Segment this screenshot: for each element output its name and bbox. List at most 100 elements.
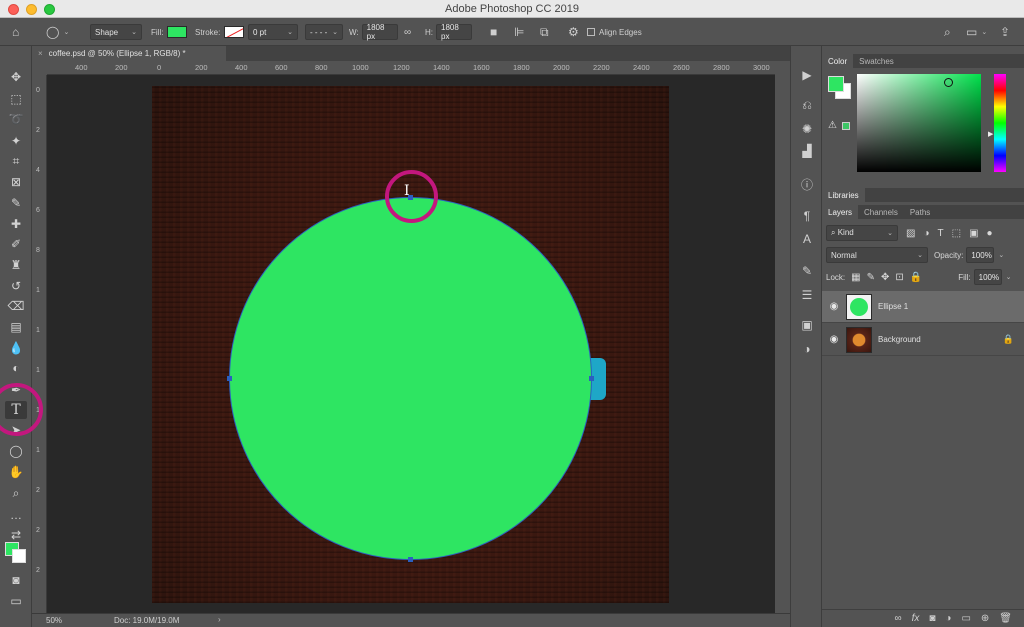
fx-icon[interactable]: fx	[912, 613, 920, 624]
trash-icon[interactable]: 🗑	[999, 613, 1012, 624]
lock-position-icon[interactable]: ✥	[881, 272, 889, 283]
opacity-field[interactable]: 100%	[966, 247, 995, 263]
layer-filter-select[interactable]: ⌕ Kind ⌄	[826, 225, 898, 241]
tab-paths[interactable]: Paths	[904, 205, 936, 219]
color-picker-field[interactable]	[857, 74, 981, 172]
share-icon[interactable]: ⇪	[1000, 23, 1010, 41]
eraser-tool-icon[interactable]: ⌫	[5, 297, 27, 315]
filter-toggle-icon[interactable]: ●	[987, 228, 993, 239]
tab-swatches[interactable]: Swatches	[853, 54, 900, 68]
blend-mode-select[interactable]: Normal ⌄	[826, 247, 928, 263]
move-tool-icon[interactable]: ✥	[5, 68, 27, 86]
ellipse-shape[interactable]	[229, 197, 592, 560]
history-icon[interactable]: ⎌	[797, 96, 817, 114]
filter-type-icon[interactable]: T	[938, 228, 944, 239]
link-layers-icon[interactable]: ∞	[894, 613, 901, 624]
frame-tool-icon[interactable]: ⊠	[5, 173, 27, 191]
eyedropper-tool-icon[interactable]: ✎	[5, 194, 27, 212]
opacity-dropdown-icon[interactable]: ⌄	[998, 251, 1004, 259]
adjustment-layer-icon[interactable]: ◑	[945, 613, 951, 624]
background-color-swatch[interactable]	[12, 549, 26, 563]
quick-mask-icon[interactable]: ◙	[5, 571, 27, 589]
document-tab[interactable]: × coffee.psd @ 50% (Ellipse 1, RGB/8) *	[32, 46, 226, 61]
zoom-level[interactable]: 50%	[46, 616, 62, 625]
path-operations-icon[interactable]: ■	[490, 23, 497, 41]
play-action-icon[interactable]: ▶	[797, 66, 817, 84]
paragraph-icon[interactable]: ¶	[797, 207, 817, 225]
magic-wand-tool-icon[interactable]: ✦	[5, 132, 27, 150]
lock-paint-icon[interactable]: ✎	[867, 272, 875, 283]
align-edges-checkbox[interactable]	[587, 28, 595, 36]
stroke-type-select[interactable]: - - - - ⌄	[305, 24, 343, 40]
character-icon[interactable]: A	[797, 230, 817, 248]
hue-slider-arrow-icon[interactable]: ▶	[988, 130, 993, 138]
path-alignment-icon[interactable]: ⊫	[514, 23, 524, 41]
add-mask-icon[interactable]: ◙	[929, 613, 935, 624]
screen-mode-icon[interactable]: ▭	[5, 592, 27, 610]
lock-all-icon[interactable]: 🔒	[910, 272, 922, 283]
blur-tool-icon[interactable]: 💧	[5, 339, 27, 357]
tab-channels[interactable]: Channels	[858, 205, 904, 219]
path-anchor-bottom[interactable]	[408, 557, 413, 562]
color-picker-marker[interactable]	[944, 78, 953, 87]
stroke-color-swatch[interactable]	[224, 26, 245, 38]
filter-shape-icon[interactable]: ⬚	[952, 228, 961, 239]
opacity-label: Opacity:	[934, 250, 964, 260]
width-field[interactable]: 1808 px	[361, 23, 398, 41]
healing-brush-tool-icon[interactable]: ✚	[5, 215, 27, 233]
styles-icon[interactable]: ◑	[797, 340, 817, 358]
workspace-icon[interactable]: ▭ ⌄	[966, 23, 987, 41]
search-icon[interactable]: ⌕	[944, 23, 951, 41]
hand-tool-icon[interactable]: ✋	[5, 463, 27, 481]
tool-preset-picker[interactable]: ◯ ⌄	[46, 23, 69, 41]
filter-pixel-icon[interactable]: ▨	[906, 228, 915, 239]
stamp-tool-icon[interactable]: ♜	[5, 256, 27, 274]
crop-tool-icon[interactable]: ⌗	[5, 152, 27, 170]
fill-dropdown-icon[interactable]: ⌄	[1006, 273, 1012, 281]
close-tab-icon[interactable]: ×	[38, 49, 43, 58]
marquee-tool-icon[interactable]: ⬚	[5, 90, 27, 108]
fill-field[interactable]: 100%	[973, 269, 1002, 285]
brush-settings-icon[interactable]: ✎	[797, 262, 817, 280]
histogram-icon[interactable]: ▟	[797, 142, 817, 160]
adjustments-icon[interactable]: ✺	[797, 120, 817, 138]
new-group-icon[interactable]: ▭	[961, 613, 970, 624]
stroke-width-field[interactable]: 0 pt ⌄	[248, 24, 298, 40]
edit-toolbar-icon[interactable]: …	[5, 506, 27, 524]
layer-row-ellipse[interactable]: ◉ Ellipse 1	[822, 291, 1024, 323]
filter-adjustment-icon[interactable]: ◑	[923, 228, 929, 239]
libraries-icon[interactable]: ▣	[797, 316, 817, 334]
home-icon[interactable]: ⌂	[12, 23, 19, 41]
filter-smart-object-icon[interactable]: ▣	[969, 228, 978, 239]
ellipse-tool-icon[interactable]: ◯	[5, 442, 27, 460]
tab-libraries[interactable]: Libraries	[822, 188, 865, 202]
lock-artboard-icon[interactable]: ⊡	[895, 272, 903, 283]
eye-icon[interactable]: ◉	[822, 301, 846, 312]
status-menu-chevron-icon[interactable]: ›	[218, 615, 221, 624]
path-arrangement-icon[interactable]: ⧉	[540, 23, 549, 41]
zoom-tool-icon[interactable]: ⌕	[5, 484, 27, 502]
brush-tool-icon[interactable]: ✐	[5, 235, 27, 253]
history-brush-tool-icon[interactable]: ↺	[5, 277, 27, 295]
lasso-tool-icon[interactable]: ➰	[5, 110, 27, 128]
lock-transparent-icon[interactable]: ▦	[851, 272, 860, 283]
path-anchor-left[interactable]	[227, 376, 232, 381]
gamut-swatch[interactable]	[842, 122, 850, 130]
properties-icon[interactable]: ☰	[797, 286, 817, 304]
info-icon[interactable]: ⓘ	[797, 175, 817, 193]
eye-icon[interactable]: ◉	[822, 334, 846, 345]
shape-mode-select[interactable]: Shape ⌄	[90, 24, 142, 40]
link-dimensions-icon[interactable]: ∞	[404, 23, 411, 41]
hue-slider[interactable]	[994, 74, 1006, 172]
new-layer-icon[interactable]: ⊕	[981, 613, 989, 624]
path-anchor-right[interactable]	[589, 376, 594, 381]
tab-layers[interactable]: Layers	[822, 205, 859, 219]
height-field[interactable]: 1808 px	[436, 23, 472, 41]
fill-color-swatch[interactable]	[167, 26, 188, 38]
tab-color[interactable]: Color	[822, 54, 854, 68]
panel-foreground-color[interactable]	[828, 76, 844, 92]
gradient-tool-icon[interactable]: ▤	[5, 318, 27, 336]
layer-row-background[interactable]: ◉ Background 🔒	[822, 324, 1024, 356]
dodge-tool-icon[interactable]: ◐	[5, 359, 27, 377]
gear-icon[interactable]: ⚙	[568, 23, 579, 41]
